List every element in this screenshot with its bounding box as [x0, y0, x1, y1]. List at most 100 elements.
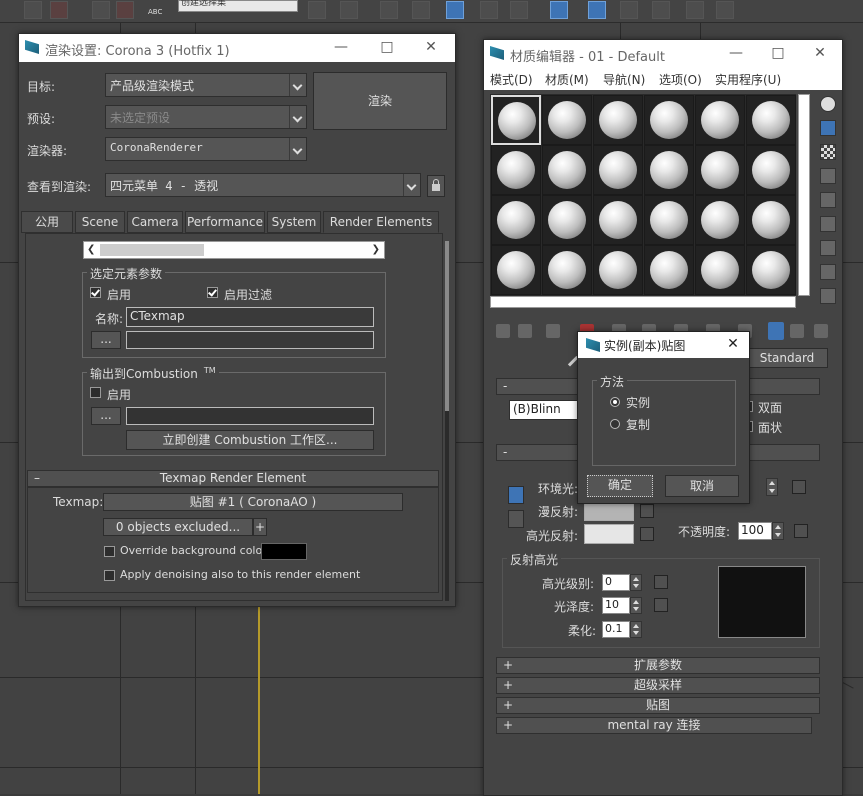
link-icon[interactable] [24, 1, 42, 19]
menu-utilities[interactable]: 实用程序(U) [715, 71, 781, 88]
material-editor-icon[interactable] [550, 1, 568, 19]
panel-scroll-thumb[interactable] [445, 241, 449, 411]
view-to-render-dropdown[interactable]: 四元菜单 4 - 透视 [105, 173, 421, 197]
background-icon[interactable] [820, 144, 836, 160]
opacity-field[interactable]: 100 [738, 522, 772, 540]
eyedropper-icon[interactable] [561, 349, 579, 367]
tab-common[interactable]: 公用 [21, 211, 73, 233]
specular-map-button[interactable] [640, 527, 654, 541]
specular-color-swatch[interactable] [584, 524, 634, 544]
soften-spinner[interactable] [630, 621, 642, 638]
cancel-button[interactable]: 取消 [665, 475, 739, 497]
minimize-icon[interactable]: — [331, 38, 351, 56]
slots-horizontal-scrollbar[interactable] [490, 296, 796, 308]
preset-dropdown[interactable]: 未选定预设 [105, 105, 307, 129]
elements-list-scrollbar[interactable]: ❮ ❯ [83, 241, 385, 259]
select-by-material-icon[interactable] [820, 264, 836, 280]
sample-slot[interactable] [644, 145, 694, 195]
mirror-icon[interactable] [308, 1, 326, 19]
options-icon[interactable] [820, 240, 836, 256]
render-save-icon[interactable] [510, 1, 528, 19]
sample-slot[interactable] [695, 95, 745, 145]
renderer-dropdown[interactable]: CoronaRenderer [105, 137, 307, 161]
sample-slot[interactable] [695, 145, 745, 195]
sample-slot[interactable] [644, 245, 694, 295]
sample-type-icon[interactable] [820, 96, 836, 112]
diffuse-color-swatch[interactable] [584, 501, 634, 521]
assign-to-selection-icon[interactable] [546, 324, 560, 338]
tab-system[interactable]: System [267, 211, 321, 233]
instance-radio[interactable] [610, 397, 620, 407]
spec-level-map-button[interactable] [654, 575, 668, 589]
minimize-icon[interactable]: — [726, 44, 746, 62]
create-combustion-button[interactable]: 立即创建 Combustion 工作区... [126, 430, 374, 450]
path-field[interactable] [126, 331, 374, 349]
texmap-rollout-header[interactable]: – Texmap Render Element [27, 470, 439, 487]
sample-slot[interactable] [644, 195, 694, 245]
sample-slot[interactable] [593, 245, 643, 295]
diffuse-map-button[interactable] [640, 504, 654, 518]
tab-performance[interactable]: Performance [185, 211, 265, 233]
enable-checkbox[interactable] [90, 287, 101, 298]
sample-slot[interactable] [695, 245, 745, 295]
material-map-navigator-icon[interactable] [820, 288, 836, 304]
sample-slot[interactable] [542, 145, 592, 195]
rollout-mental-ray[interactable]: + mental ray 连接 [496, 717, 812, 734]
rollout-extended-params[interactable]: + 扩展参数 [496, 657, 820, 674]
align-icon[interactable] [340, 1, 358, 19]
material-type-button[interactable]: Standard [746, 348, 828, 368]
sample-slot[interactable] [593, 145, 643, 195]
combustion-path-field[interactable] [126, 407, 374, 425]
render-activeshade-icon[interactable] [716, 1, 734, 19]
tab-camera[interactable]: Camera [127, 211, 183, 233]
gloss-map-button[interactable] [654, 598, 668, 612]
opacity-map-button[interactable] [794, 524, 808, 538]
sample-slot[interactable] [542, 245, 592, 295]
scroll-right-icon[interactable]: ❯ [372, 244, 380, 255]
menu-material[interactable]: 材质(M) [545, 71, 589, 88]
render-iterative-icon[interactable] [686, 1, 704, 19]
sample-slot[interactable] [491, 195, 541, 245]
sample-slot[interactable] [746, 145, 796, 195]
ok-button[interactable]: 确定 [587, 475, 653, 497]
video-color-icon[interactable] [820, 192, 836, 208]
tab-scene[interactable]: Scene [75, 211, 125, 233]
close-icon[interactable]: ✕ [723, 335, 743, 353]
make-preview-icon[interactable] [820, 216, 836, 232]
self-illum-spinner[interactable] [766, 478, 778, 496]
go-sibling-icon[interactable] [814, 324, 828, 338]
render-production-icon[interactable] [652, 1, 670, 19]
get-material-icon[interactable] [496, 324, 510, 338]
opacity-spinner[interactable] [772, 522, 784, 540]
put-to-scene-icon[interactable] [518, 324, 532, 338]
self-illum-map-button[interactable] [792, 480, 806, 494]
override-bg-checkbox[interactable] [104, 546, 115, 557]
spec-level-field[interactable]: 0 [602, 574, 630, 591]
enable-filter-checkbox[interactable] [207, 287, 218, 298]
sample-slot[interactable] [491, 145, 541, 195]
go-forward-icon[interactable] [790, 324, 804, 338]
maximize-icon[interactable]: □ [377, 38, 397, 56]
schematic-view-icon[interactable] [480, 1, 498, 19]
render-button[interactable]: 渲染 [313, 72, 447, 130]
scroll-left-icon[interactable]: ❮ [87, 244, 95, 255]
apply-denoise-checkbox[interactable] [104, 570, 115, 581]
curve-editor-icon[interactable] [446, 1, 464, 19]
layer-icon[interactable] [380, 1, 398, 19]
close-icon[interactable]: ✕ [421, 38, 441, 56]
sample-slot[interactable] [491, 245, 541, 295]
named-selection-dropdown[interactable]: 创建选择集 [178, 0, 298, 12]
lock-diffuse-specular-button[interactable] [508, 510, 524, 528]
browse-button[interactable]: ... [91, 331, 121, 349]
rollout-maps[interactable]: + 贴图 [496, 697, 820, 714]
bind-icon[interactable] [92, 1, 110, 19]
close-icon[interactable]: ✕ [810, 44, 830, 62]
combustion-browse-button[interactable]: ... [91, 407, 121, 425]
scroll-thumb[interactable] [100, 244, 204, 256]
sample-slot[interactable] [746, 245, 796, 295]
add-excluded-button[interactable]: + [253, 518, 267, 536]
menu-navigation[interactable]: 导航(N) [603, 71, 645, 88]
slots-vertical-scrollbar[interactable] [798, 94, 810, 296]
sample-slot[interactable] [746, 95, 796, 145]
texmap-map-button[interactable]: 贴图 #1 ( CoronaAO ) [103, 493, 403, 511]
